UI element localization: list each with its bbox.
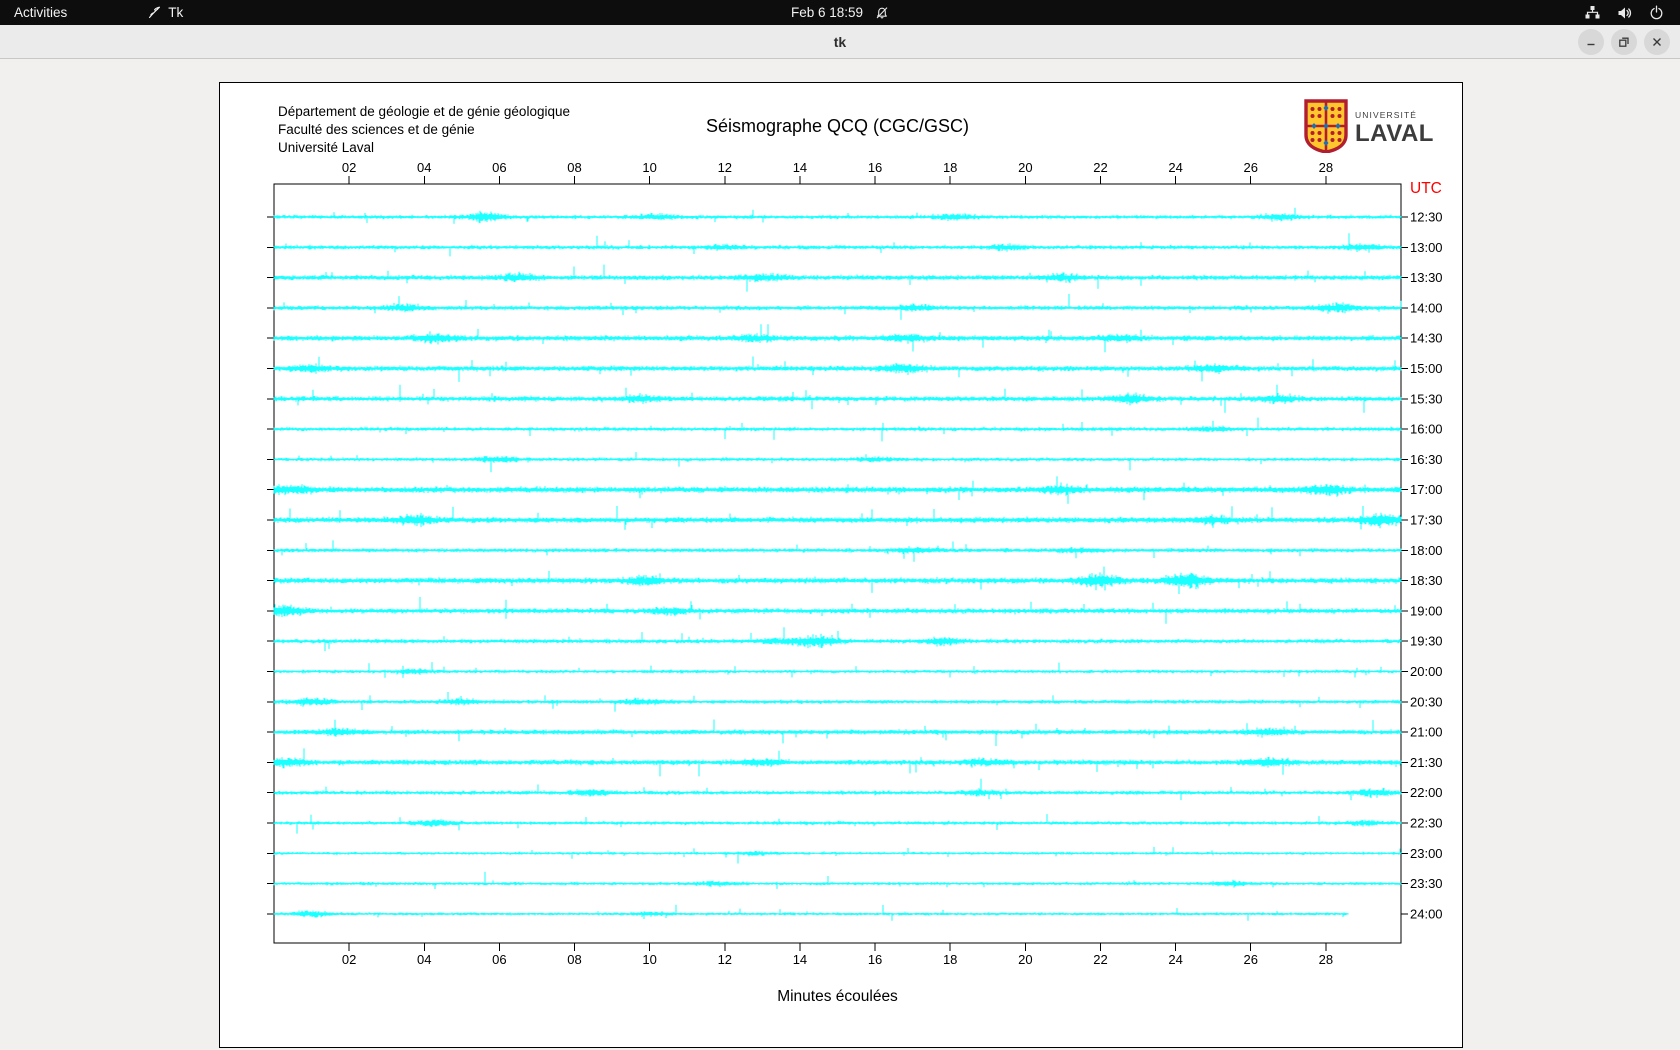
clock-button[interactable]: Feb 6 18:59 [777, 0, 903, 25]
x-tick-label-bottom: 16 [868, 952, 882, 967]
window-title: tk [833, 33, 847, 50]
trace-time-label: 17:30 [1410, 513, 1443, 528]
seismo-trace [273, 233, 1402, 257]
volume-icon[interactable] [1617, 6, 1633, 20]
seismo-trace [273, 846, 1402, 864]
trace-time-label: 17:00 [1410, 482, 1443, 497]
trace-time-label: 23:30 [1410, 876, 1443, 891]
seismo-trace [273, 748, 1402, 777]
x-tick-label-top: 18 [943, 160, 957, 175]
seismo-trace [273, 719, 1402, 747]
x-tick-label-top: 08 [567, 160, 581, 175]
network-icon[interactable] [1584, 5, 1601, 20]
x-tick-label-bottom: 22 [1093, 952, 1107, 967]
x-tick-label-top: 20 [1018, 160, 1032, 175]
trace-time-label: 16:00 [1410, 422, 1443, 437]
x-tick-label-top: 12 [718, 160, 732, 175]
clock-label: Feb 6 18:59 [790, 5, 864, 20]
x-tick-label-bottom: 14 [793, 952, 807, 967]
seismo-trace [273, 566, 1402, 594]
x-tick-label-top: 02 [342, 160, 356, 175]
trace-time-label: 14:00 [1410, 300, 1443, 315]
window-titlebar: tk [0, 25, 1680, 59]
trace-time-label: 18:30 [1410, 573, 1443, 588]
trace-time-label: 19:30 [1410, 634, 1443, 649]
x-tick-label-top: 04 [417, 160, 431, 175]
seismo-trace [273, 778, 1402, 801]
maximize-button[interactable] [1611, 29, 1637, 55]
trace-time-label: 20:00 [1410, 664, 1443, 679]
trace-time-label: 18:00 [1410, 543, 1443, 558]
x-tick-label-bottom: 18 [943, 952, 957, 967]
seismo-trace [273, 324, 1402, 353]
trace-time-label: 15:00 [1410, 361, 1443, 376]
seismo-trace [273, 476, 1402, 504]
x-tick-label-bottom: 02 [342, 952, 356, 967]
x-tick-label-bottom: 04 [417, 952, 431, 967]
utc-label: UTC [1410, 180, 1442, 197]
x-tick-label-top: 16 [868, 160, 882, 175]
trace-time-label: 12:30 [1410, 210, 1443, 225]
trace-time-label: 15:30 [1410, 391, 1443, 406]
trace-time-label: 14:30 [1410, 331, 1443, 346]
trace-time-label: 21:00 [1410, 725, 1443, 740]
seismo-trace [273, 384, 1402, 413]
trace-time-label: 19:00 [1410, 603, 1443, 618]
x-tick-label-bottom: 20 [1018, 952, 1032, 967]
trace-time-label: 21:30 [1410, 755, 1443, 770]
seismo-trace [273, 596, 1402, 624]
trace-time-label: 16:30 [1410, 452, 1443, 467]
seismo-trace [273, 540, 1402, 562]
seismo-trace [273, 662, 1402, 678]
plot-border [273, 183, 1402, 944]
seismo-trace [273, 627, 1402, 652]
notifications-muted-icon [875, 6, 889, 20]
x-tick-label-top: 26 [1243, 160, 1257, 175]
seismo-trace [273, 904, 1349, 921]
seismo-trace [273, 871, 1402, 889]
seismo-trace [273, 692, 1402, 712]
trace-time-label: 23:00 [1410, 846, 1443, 861]
trace-time-label: 13:00 [1410, 240, 1443, 255]
x-tick-label-top: 28 [1319, 160, 1333, 175]
x-tick-label-bottom: 28 [1319, 952, 1333, 967]
trace-time-label: 20:30 [1410, 694, 1443, 709]
x-tick-label-bottom: 24 [1168, 952, 1182, 967]
x-tick-label-bottom: 12 [718, 952, 732, 967]
power-icon[interactable] [1649, 5, 1664, 20]
trace-time-label: 24:00 [1410, 906, 1443, 921]
gnome-top-bar: Activities Tk Feb 6 18:59 [0, 0, 1680, 25]
seismo-trace [273, 293, 1402, 320]
x-axis-label: Minutes écoulées [777, 988, 898, 1005]
seismo-trace [273, 417, 1402, 442]
x-tick-label-bottom: 10 [642, 952, 656, 967]
x-tick-label-top: 06 [492, 160, 506, 175]
x-tick-label-bottom: 06 [492, 952, 506, 967]
seismo-trace [273, 452, 1402, 473]
trace-time-label: 13:30 [1410, 270, 1443, 285]
trace-time-label: 22:00 [1410, 785, 1443, 800]
x-tick-label-bottom: 26 [1243, 952, 1257, 967]
seismo-trace [273, 814, 1402, 834]
tk-window-content: Département de géologie et de génie géol… [0, 60, 1680, 1050]
seismograph-canvas: Département de géologie et de génie géol… [219, 82, 1463, 1048]
close-button[interactable] [1644, 29, 1670, 55]
seismo-trace [273, 506, 1402, 530]
x-tick-label-top: 14 [793, 160, 807, 175]
x-tick-label-top: 10 [642, 160, 656, 175]
seismo-trace [273, 356, 1402, 382]
seismo-trace [273, 264, 1402, 292]
x-tick-label-top: 22 [1093, 160, 1107, 175]
x-tick-label-top: 24 [1168, 160, 1182, 175]
seismograph-plot: 02 02 04 04 06 06 08 08 10 10 12 12 14 14 16 16 18 18 20 20… [267, 160, 1443, 1005]
seismo-trace [273, 207, 1402, 224]
minimize-button[interactable] [1578, 29, 1604, 55]
x-tick-label-bottom: 08 [567, 952, 581, 967]
trace-time-label: 22:30 [1410, 816, 1443, 831]
